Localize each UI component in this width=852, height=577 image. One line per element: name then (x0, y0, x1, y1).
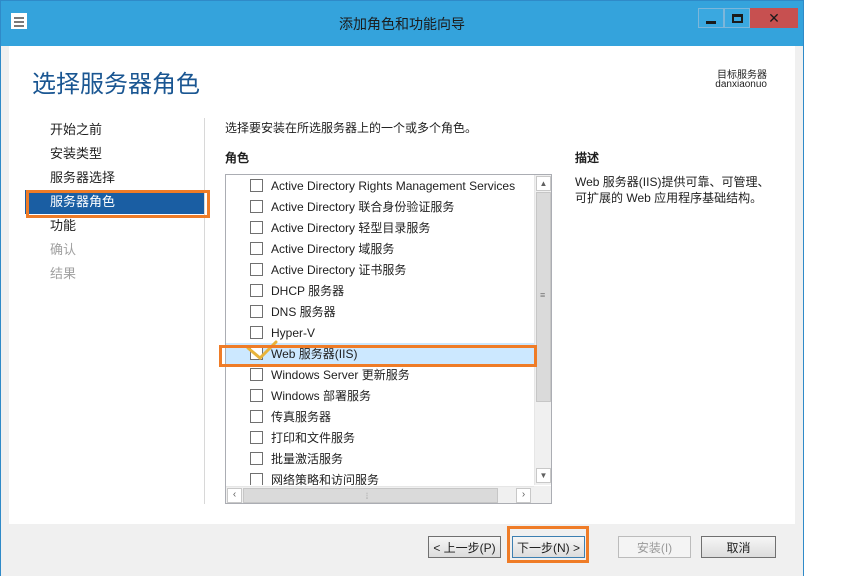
instruction-text: 选择要安装在所选服务器上的一个或多个角色。 (225, 121, 478, 135)
grip-icon: ≡ (540, 290, 546, 300)
scroll-down-icon[interactable]: ▼ (536, 468, 551, 483)
scroll-right-icon[interactable]: › (516, 488, 531, 503)
role-item[interactable]: Active Directory Rights Management Servi… (226, 175, 534, 196)
nav-item-results: 结果 (50, 266, 77, 281)
maximize-button[interactable] (724, 8, 750, 28)
role-checkbox[interactable] (250, 284, 263, 297)
minimize-icon (706, 20, 716, 24)
role-item[interactable]: 打印和文件服务 (226, 427, 534, 448)
role-item[interactable]: Windows Server 更新服务 (226, 364, 534, 385)
role-item[interactable]: DNS 服务器 (226, 301, 534, 322)
wizard-window: 添加角色和功能向导 ✕ 选择服务器角色 目标服务器 danxiaonuo 开始之… (0, 0, 804, 576)
description-heading: 描述 (575, 151, 600, 165)
role-checkbox[interactable] (250, 410, 263, 423)
scroll-corner (534, 486, 551, 503)
target-server-name: danxiaonuo (715, 79, 767, 90)
role-label: Active Directory 轻型目录服务 (271, 221, 431, 235)
role-checkbox[interactable] (250, 389, 263, 402)
install-button: 安装(I) (618, 536, 691, 558)
roles-list-viewport: Active Directory Rights Management Servi… (226, 175, 534, 485)
scroll-left-icon[interactable]: ‹ (227, 488, 242, 503)
roles-heading: 角色 (225, 151, 250, 165)
wizard-content: 选择服务器角色 目标服务器 danxiaonuo 开始之前 安装类型 服务器选择… (9, 46, 795, 524)
role-checkbox[interactable] (250, 179, 263, 192)
horizontal-scrollbar[interactable]: ‹ ⦙ › (226, 486, 534, 503)
role-checkbox[interactable] (250, 200, 263, 213)
role-label: 打印和文件服务 (271, 431, 356, 445)
roles-list[interactable]: Active Directory Rights Management Servi… (225, 174, 552, 504)
annotation-highlight-nav (26, 190, 210, 218)
vertical-scrollbar[interactable]: ▲ ≡ ▼ (534, 175, 551, 485)
annotation-highlight-next (507, 526, 589, 563)
nav-divider (204, 118, 205, 504)
role-item[interactable]: Active Directory 轻型目录服务 (226, 217, 534, 238)
role-item[interactable]: Active Directory 证书服务 (226, 259, 534, 280)
grip-icon: ⦙ (366, 491, 369, 501)
role-item[interactable]: 网络策略和访问服务 (226, 469, 534, 485)
role-label: DHCP 服务器 (271, 284, 345, 298)
role-label: Active Directory 证书服务 (271, 263, 407, 277)
role-item[interactable]: DHCP 服务器 (226, 280, 534, 301)
cancel-button[interactable]: 取消 (701, 536, 776, 558)
vertical-scroll-thumb[interactable]: ≡ (536, 192, 551, 402)
role-item[interactable]: Active Directory 联合身份验证服务 (226, 196, 534, 217)
role-checkbox[interactable] (250, 368, 263, 381)
role-checkbox[interactable] (250, 221, 263, 234)
role-item[interactable]: 批量激活服务 (226, 448, 534, 469)
role-label: Active Directory Rights Management Servi… (271, 178, 516, 193)
role-label: 传真服务器 (271, 410, 332, 424)
role-checkbox[interactable] (250, 431, 263, 444)
window-title: 添加角色和功能向导 (339, 16, 465, 32)
role-checkbox[interactable] (250, 473, 263, 485)
wizard-footer: < 上一步(P) 下一步(N) > 安装(I) 取消 (1, 524, 803, 576)
minimize-button[interactable] (698, 8, 724, 28)
maximize-icon (731, 13, 743, 23)
role-label: 网络策略和访问服务 (271, 473, 380, 485)
role-item[interactable]: 传真服务器 (226, 406, 534, 427)
nav-item-installation-type[interactable]: 安装类型 (25, 142, 205, 166)
role-item[interactable]: Windows 部署服务 (226, 385, 534, 406)
role-label: Active Directory 联合身份验证服务 (271, 200, 455, 214)
role-label: Active Directory 域服务 (271, 242, 395, 256)
horizontal-scroll-thumb[interactable]: ⦙ (243, 488, 498, 503)
page-title: 选择服务器角色 (32, 71, 200, 98)
role-label: Windows Server 更新服务 (271, 368, 410, 382)
nav-item-before-you-begin[interactable]: 开始之前 (25, 118, 205, 142)
role-checkbox[interactable] (250, 305, 263, 318)
title-bar[interactable]: 添加角色和功能向导 ✕ (1, 1, 803, 46)
nav-item-server-selection[interactable]: 服务器选择 (25, 166, 205, 190)
close-icon: ✕ (768, 9, 780, 26)
role-checkbox[interactable] (250, 452, 263, 465)
role-checkbox[interactable] (250, 242, 263, 255)
previous-button[interactable]: < 上一步(P) (428, 536, 501, 558)
role-label: DNS 服务器 (271, 305, 336, 319)
role-item[interactable]: Active Directory 域服务 (226, 238, 534, 259)
description-text: Web 服务器(IIS)提供可靠、可管理、可扩展的 Web 应用程序基础结构。 (575, 175, 770, 205)
close-button[interactable]: ✕ (750, 8, 798, 28)
role-checkbox[interactable] (250, 263, 263, 276)
nav-item-confirmation: 确认 (50, 242, 77, 257)
scroll-up-icon[interactable]: ▲ (536, 176, 551, 191)
role-label: Windows 部署服务 (271, 389, 372, 403)
role-label: 批量激活服务 (271, 452, 344, 466)
annotation-highlight-web-server (219, 345, 537, 367)
